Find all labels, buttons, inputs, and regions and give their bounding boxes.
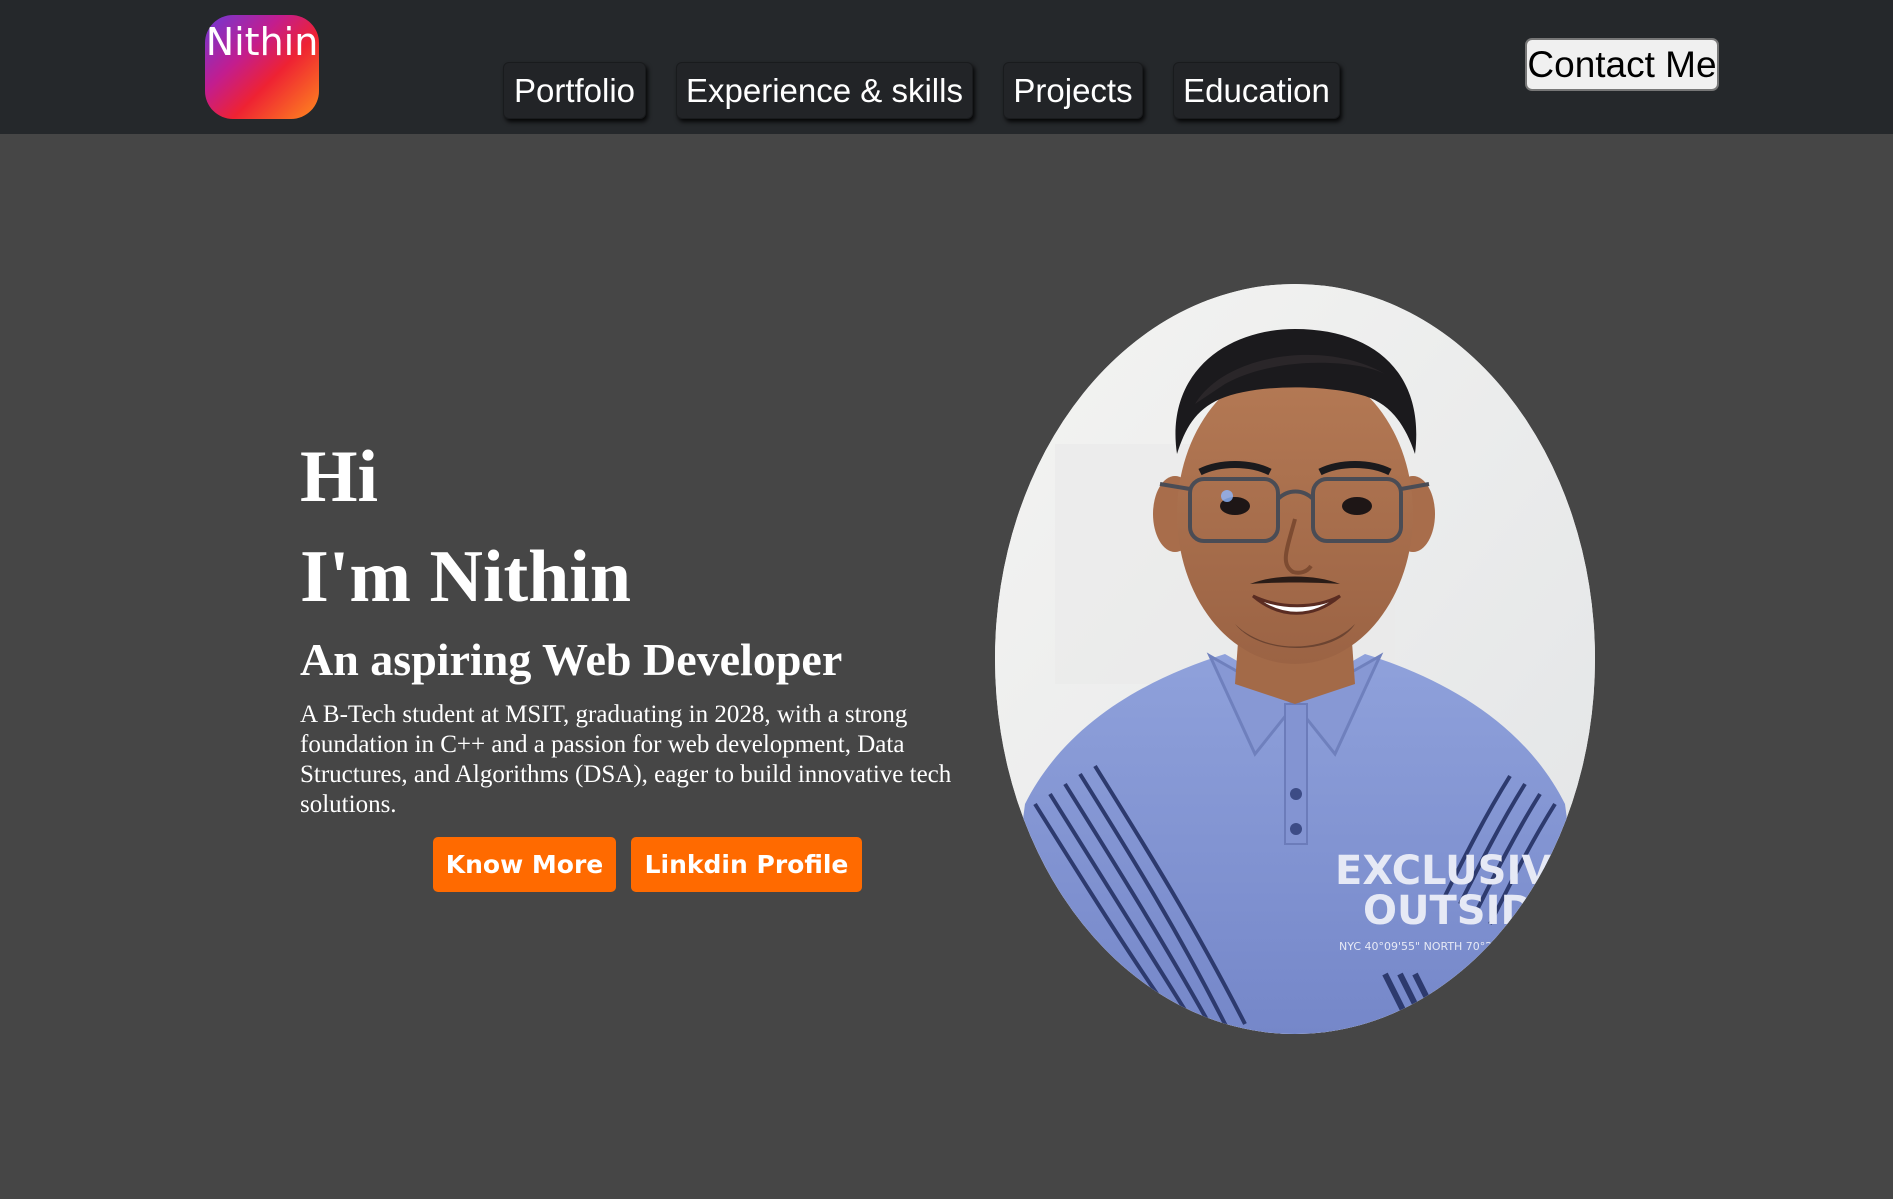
hero-greeting: Hi xyxy=(300,436,379,518)
nav-portfolio[interactable]: Portfolio xyxy=(503,62,646,119)
hero-bio: A B-Tech student at MSIT, graduating in … xyxy=(300,701,952,818)
nav-education[interactable]: Education xyxy=(1173,62,1340,119)
nav-experience-skills[interactable]: Experience & skills xyxy=(676,62,973,119)
hero-name: I'm Nithin xyxy=(300,536,632,618)
know-more-button[interactable]: Know More xyxy=(433,837,616,892)
nav-projects[interactable]: Projects xyxy=(1003,62,1143,119)
shirt-print-line-3: NYC 40°09'55" NORTH 70°22'42" xyxy=(1339,940,1521,953)
hero-tagline: An aspiring Web Developer xyxy=(300,634,843,685)
logo[interactable]: Nithin xyxy=(205,15,319,119)
logo-text: Nithin xyxy=(205,20,319,64)
contact-me-button[interactable]: Contact Me xyxy=(1525,38,1719,91)
profile-photo-illustration: EXCLUSIV OUTSIDE NYC 40°09'55" NORTH 70°… xyxy=(995,284,1595,1034)
top-navbar: Nithin Portfolio Experience & skills Pro… xyxy=(0,0,1893,134)
shirt-print-line-2: OUTSIDE xyxy=(1363,888,1561,934)
linkedin-profile-button[interactable]: Linkdin Profile xyxy=(631,837,862,892)
profile-photo: EXCLUSIV OUTSIDE NYC 40°09'55" NORTH 70°… xyxy=(995,284,1595,1034)
